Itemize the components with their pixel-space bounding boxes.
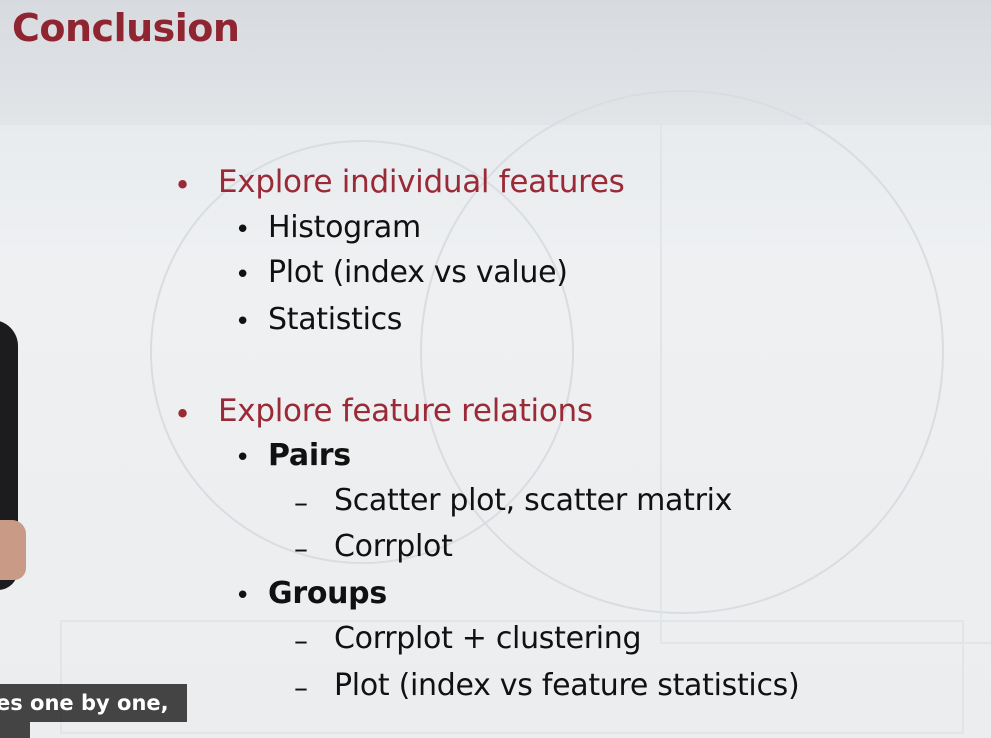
presenter-hand: [0, 520, 26, 580]
dash-icon: –: [294, 624, 308, 657]
slide-title: Conclusion: [12, 6, 240, 50]
bg-panel: [660, 120, 991, 644]
list-item: Plot (index vs value): [268, 255, 568, 290]
list-item: Scatter plot, scatter matrix: [334, 483, 733, 518]
section-heading: Explore feature relations: [218, 393, 593, 429]
dash-icon: –: [294, 671, 308, 704]
slide-background: Conclusion • Explore individual features…: [0, 0, 991, 738]
subtitle-caption-line2: [0, 722, 30, 738]
bullet-icon: •: [174, 168, 192, 202]
bullet-icon: •: [235, 260, 251, 290]
list-item: Histogram: [268, 210, 421, 245]
group-heading: Pairs: [268, 438, 351, 473]
list-item: Statistics: [268, 302, 403, 337]
dash-icon: –: [294, 486, 308, 519]
bullet-icon: •: [174, 397, 192, 431]
section-heading: Explore individual features: [218, 164, 625, 200]
bullet-icon: •: [235, 307, 251, 337]
list-item: Corrplot: [334, 529, 453, 564]
dash-icon: –: [294, 532, 308, 565]
list-item: Corrplot + clustering: [334, 621, 642, 656]
bullet-icon: •: [235, 215, 251, 245]
caption-text: es one by one,: [0, 691, 169, 715]
bullet-icon: •: [235, 443, 251, 473]
group-heading: Groups: [268, 576, 387, 611]
list-item: Plot (index vs feature statistics): [334, 668, 800, 703]
bullet-icon: •: [235, 581, 251, 611]
subtitle-caption: es one by one,: [0, 684, 187, 722]
